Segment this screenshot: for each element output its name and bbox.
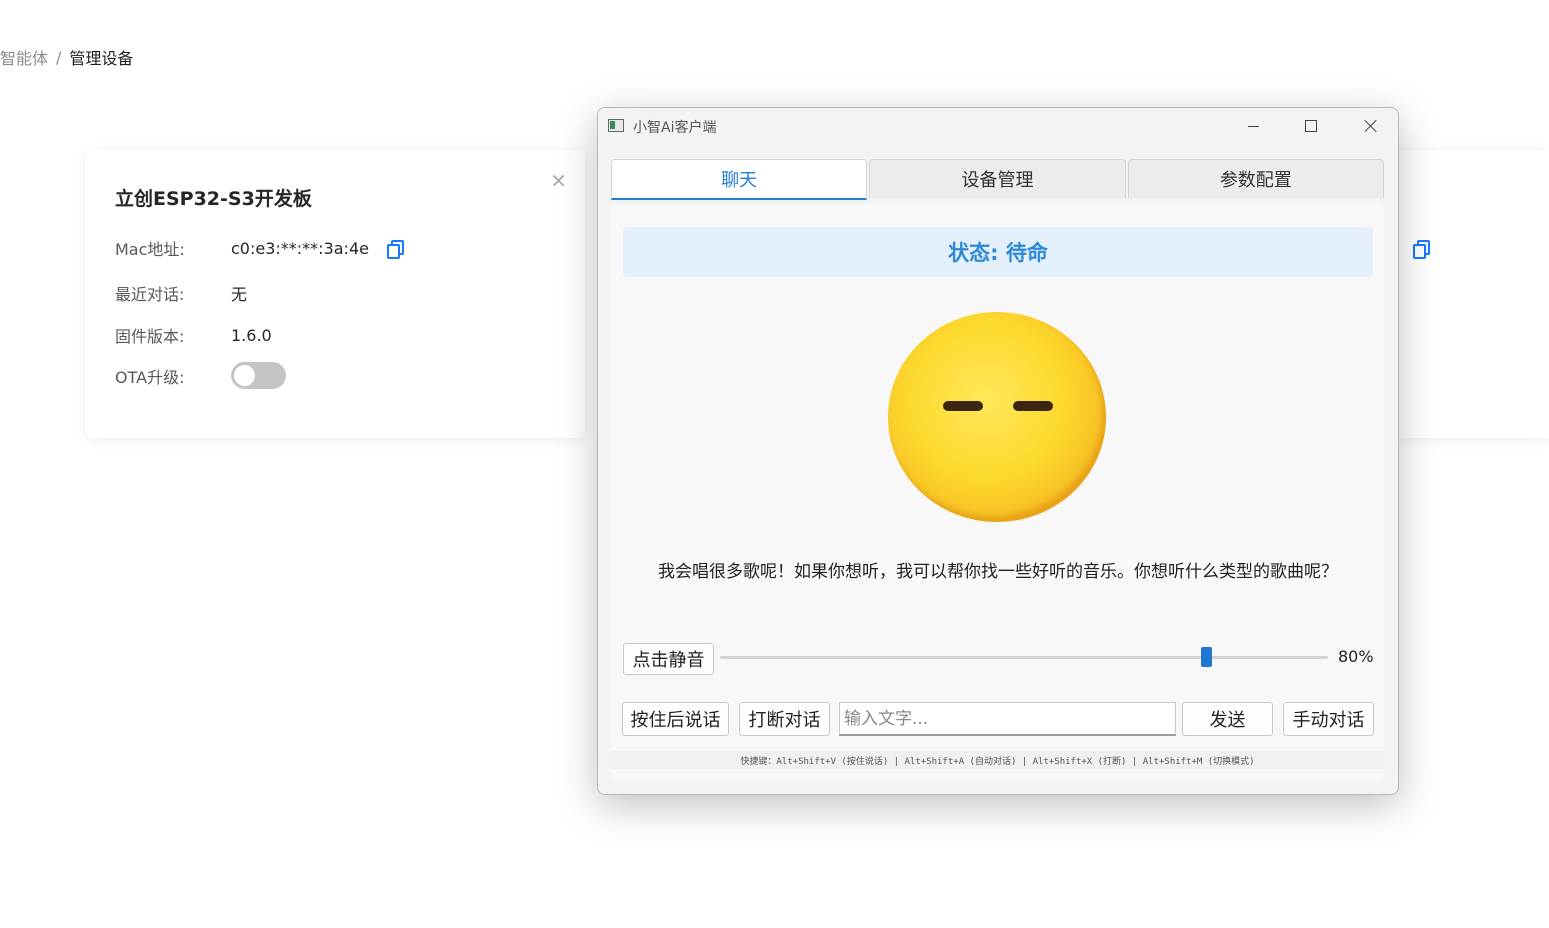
- minimize-icon: [1247, 125, 1259, 127]
- copy-icon[interactable]: [386, 240, 404, 259]
- push-to-talk-button[interactable]: 按住后说话: [622, 702, 729, 736]
- last-chat-value: 无: [231, 285, 248, 304]
- breadcrumb: 智能体 / 管理设备: [0, 45, 133, 69]
- manual-mode-button[interactable]: 手动对话: [1283, 702, 1374, 736]
- volume-value: 80%: [1338, 647, 1374, 666]
- tab-chat[interactable]: 聊天: [611, 159, 868, 200]
- breadcrumb-current: 管理设备: [69, 49, 134, 68]
- right-eye: [1013, 401, 1053, 411]
- device-card-partial: [1395, 150, 1549, 438]
- title-bar[interactable]: 小智Ai客户端: [598, 108, 1398, 144]
- status-banner: 状态: 待命: [623, 227, 1373, 277]
- firmware-label: 固件版本:: [115, 327, 185, 346]
- tab-device-management[interactable]: 设备管理: [869, 159, 1126, 198]
- tab-bar: 聊天 设备管理 参数配置: [611, 159, 1384, 200]
- last-chat-label: 最近对话:: [115, 285, 185, 304]
- interrupt-button[interactable]: 打断对话: [739, 702, 830, 736]
- left-eye: [943, 401, 983, 411]
- assistant-message: 我会唱很多歌呢！如果你想听，我可以帮你找一些好听的音乐。你想听什么类型的歌曲呢？: [658, 562, 1338, 582]
- mac-label: Mac地址:: [115, 240, 185, 259]
- ota-row: OTA升级:: [115, 362, 286, 389]
- mac-row: Mac地址: c0:e3:**:**:3a:4e: [115, 236, 404, 260]
- app-window: 小智Ai客户端 聊天 设备管理 参数配置 状态: 待命 我会唱很多歌呢！如果你想…: [597, 107, 1399, 795]
- neutral-face-icon: [888, 312, 1106, 522]
- volume-slider[interactable]: [720, 647, 1328, 667]
- breadcrumb-parent[interactable]: 智能体: [0, 45, 48, 69]
- mute-button[interactable]: 点击静音: [623, 643, 714, 675]
- send-button[interactable]: 发送: [1182, 702, 1273, 736]
- app-icon: [608, 119, 624, 132]
- message-input[interactable]: [839, 702, 1176, 736]
- device-card: 立创ESP32-S3开发板 × Mac地址: c0:e3:**:**:3a:4e…: [85, 150, 585, 438]
- ota-toggle[interactable]: [231, 362, 286, 389]
- shortcuts-hint: 快捷键：Alt+Shift+V (按住说话) | Alt+Shift+A (自动…: [611, 751, 1384, 769]
- maximize-button[interactable]: [1288, 112, 1334, 140]
- mac-value: c0:e3:**:**:3a:4e: [231, 238, 369, 258]
- ota-label: OTA升级:: [115, 367, 185, 387]
- maximize-icon: [1305, 120, 1317, 132]
- last-chat-row: 最近对话: 无: [115, 281, 247, 305]
- toggle-knob: [234, 365, 255, 386]
- breadcrumb-separator: /: [56, 47, 62, 67]
- chat-panel: 状态: 待命 我会唱很多歌呢！如果你想听，我可以帮你找一些好听的音乐。你想听什么…: [611, 204, 1384, 780]
- firmware-row: 固件版本: 1.6.0: [115, 323, 272, 347]
- close-icon: [1364, 119, 1378, 133]
- window-title: 小智Ai客户端: [633, 120, 717, 136]
- close-window-button[interactable]: [1348, 112, 1394, 140]
- copy-icon[interactable]: [1413, 240, 1430, 259]
- device-title: 立创ESP32-S3开发板: [115, 188, 312, 210]
- firmware-value: 1.6.0: [231, 325, 272, 345]
- close-icon[interactable]: ×: [550, 168, 567, 192]
- volume-slider-handle[interactable]: [1201, 647, 1212, 667]
- tab-settings[interactable]: 参数配置: [1127, 159, 1384, 198]
- minimize-button[interactable]: [1230, 112, 1276, 140]
